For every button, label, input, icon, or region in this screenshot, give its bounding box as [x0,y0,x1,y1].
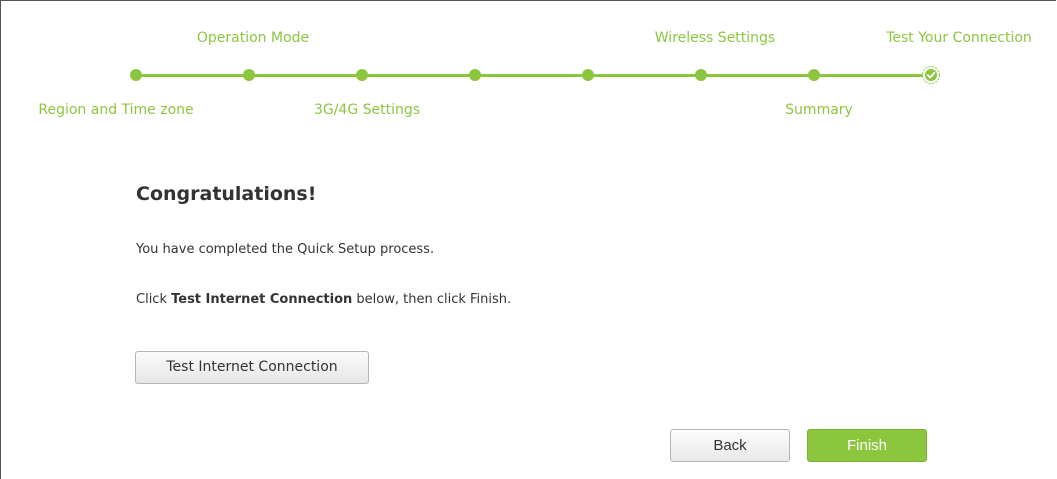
step-label-test-connection: Test Your Connection [886,30,1032,46]
step-label-summary: Summary [785,102,853,118]
step-dot-summary [808,69,820,81]
finish-button[interactable]: Finish [807,429,927,462]
step-dot-step-5 [582,69,594,81]
step-dot-operation-mode [243,69,255,81]
instruction-bold: Test Internet Connection [171,292,353,307]
step-label-wireless-settings: Wireless Settings [654,30,776,46]
step-label-operation-mode: Operation Mode [196,30,310,46]
step-label-3g4g-settings: 3G/4G Settings [313,102,421,118]
check-circle-icon [922,66,940,84]
step-dot-wireless-settings [695,69,707,81]
setup-wizard-panel: Operation Mode Wireless Settings Test Yo… [0,0,1056,479]
step-dot-region-time-zone [130,69,142,81]
test-internet-connection-button[interactable]: Test Internet Connection [135,351,369,384]
step-dot-3g4g-settings [356,69,368,81]
instruction-suffix: below, then click Finish. [352,292,512,307]
instruction-text: Click Test Internet Connection below, th… [136,292,511,307]
step-dot-step-4 [469,69,481,81]
instruction-prefix: Click [136,292,172,307]
back-button[interactable]: Back [670,429,790,462]
page-title: Congratulations! [136,183,317,205]
step-label-region-time-zone: Region and Time zone [38,102,194,118]
completion-message: You have completed the Quick Setup proce… [136,242,435,257]
